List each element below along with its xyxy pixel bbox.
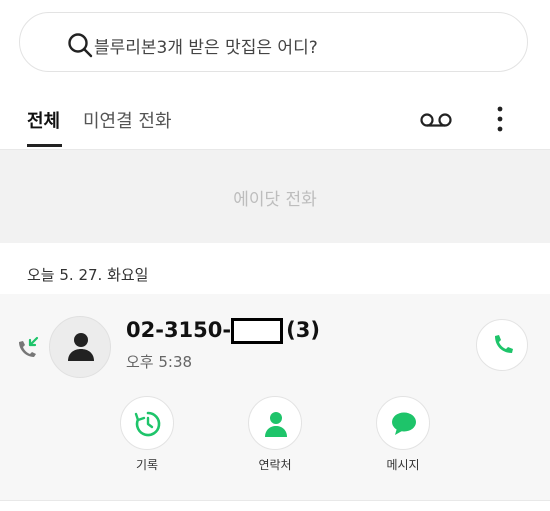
call-time: 오후 5:38 <box>126 353 193 371</box>
history-icon <box>134 411 161 437</box>
adot-banner[interactable]: 에이닷 전화 <box>0 150 550 243</box>
incoming-call-icon <box>19 336 39 357</box>
voicemail-icon[interactable] <box>420 111 452 129</box>
phone-icon <box>495 335 513 353</box>
contact-label: 연락처 <box>258 458 292 472</box>
number-prefix: 02-3150- <box>126 318 232 342</box>
divider <box>0 500 550 501</box>
tab-missed-calls[interactable]: 미연결 전화 <box>83 107 172 133</box>
banner-text: 에이닷 전화 <box>233 190 317 210</box>
message-button[interactable] <box>376 396 430 450</box>
active-tab-indicator <box>27 144 62 147</box>
message-icon <box>392 412 416 435</box>
more-vert-icon[interactable] <box>495 105 505 133</box>
avatar[interactable] <box>49 316 111 378</box>
tab-bar: 전체 미연결 전화 <box>0 95 550 149</box>
caller-number: 02-3150- (3) <box>126 318 320 344</box>
call-count: (3) <box>286 318 320 342</box>
history-label: 기록 <box>135 458 159 472</box>
history-button[interactable] <box>120 396 174 450</box>
message-label: 메시지 <box>386 458 420 472</box>
person-icon <box>68 333 94 361</box>
contact-icon <box>265 412 287 437</box>
search-placeholder: 블루리본3개 받은 맛집은 어디? <box>94 38 318 58</box>
search-icon <box>68 33 93 58</box>
redacted-box <box>231 318 284 344</box>
date-header: 오늘 5. 27. 화요일 <box>27 266 149 284</box>
call-button[interactable] <box>476 319 528 371</box>
contact-button[interactable] <box>248 396 302 450</box>
call-log-entry[interactable]: 02-3150- (3) 오후 5:38 기록 연락처 메시지 <box>0 294 550 500</box>
tab-all[interactable]: 전체 <box>27 107 60 133</box>
